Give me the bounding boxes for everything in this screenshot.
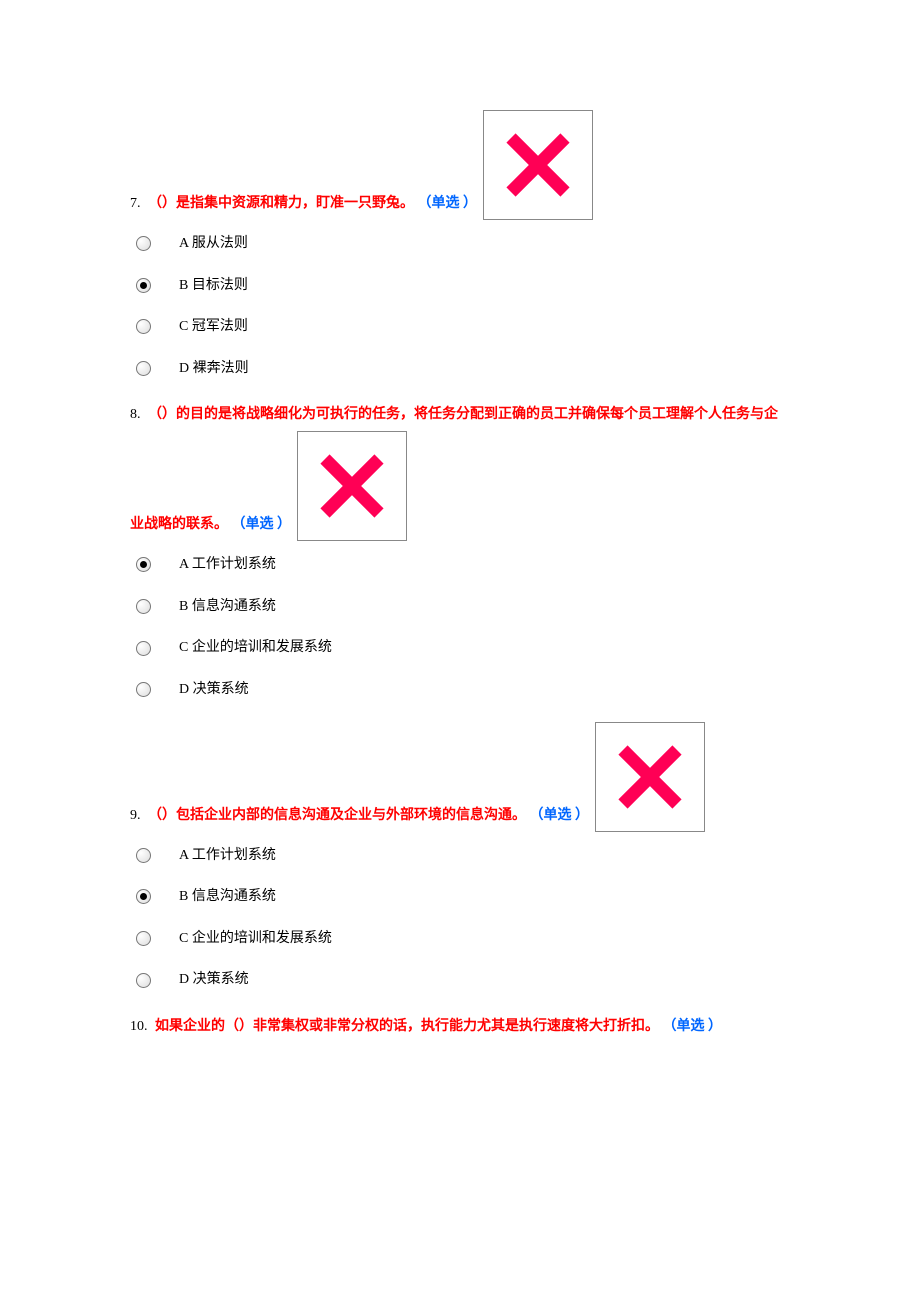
option-label: B 信息沟通系统 — [179, 887, 276, 907]
question-number: 9. — [130, 808, 141, 823]
wrong-mark-icon — [297, 431, 407, 541]
option-a[interactable]: A 工作计划系统 — [136, 555, 860, 575]
option-a[interactable]: A 工作计划系统 — [136, 846, 860, 866]
question-stem: 9. （）包括企业内部的信息沟通及企业与外部环境的信息沟通。 （单选 ） — [130, 722, 860, 832]
radio-icon[interactable] — [136, 848, 151, 863]
question-8: 8. （）的目的是将战略细化为可执行的任务，将任务分配到正确的员工并确保每个员工… — [130, 400, 860, 699]
question-text-line1: （）的目的是将战略细化为可执行的任务，将任务分配到正确的员工并确保每个员工理解个… — [148, 407, 778, 422]
question-type-tag: （单选 ） — [232, 517, 292, 532]
radio-icon[interactable] — [136, 682, 151, 697]
option-a[interactable]: A 服从法则 — [136, 234, 860, 254]
question-number: 8. — [130, 407, 141, 422]
question-stem: 7. （）是指集中资源和精力，盯准一只野兔。 （单选 ） — [130, 110, 860, 220]
option-d[interactable]: D 决策系统 — [136, 680, 860, 700]
option-c[interactable]: C 企业的培训和发展系统 — [136, 638, 860, 658]
option-c[interactable]: C 企业的培训和发展系统 — [136, 929, 860, 949]
radio-icon[interactable] — [136, 236, 151, 251]
option-label: B 目标法则 — [179, 276, 248, 296]
question-type-tag: （单选 ） — [530, 808, 590, 823]
radio-icon[interactable] — [136, 931, 151, 946]
question-text: （）是指集中资源和精力，盯准一只野兔。 — [148, 196, 414, 211]
option-label: B 信息沟通系统 — [179, 597, 276, 617]
option-list: A 工作计划系统 B 信息沟通系统 C 企业的培训和发展系统 D 决策系统 — [130, 846, 860, 990]
question-number: 7. — [130, 196, 141, 211]
question-stem: 10. 如果企业的（）非常集权或非常分权的话，执行能力尤其是执行速度将大打折扣。… — [130, 1012, 860, 1043]
question-text: 如果企业的（）非常集权或非常分权的话，执行能力尤其是执行速度将大打折扣。 — [155, 1019, 659, 1034]
option-label: C 冠军法则 — [179, 317, 248, 337]
option-label: D 决策系统 — [179, 970, 249, 990]
wrong-mark-icon — [595, 722, 705, 832]
option-b[interactable]: B 信息沟通系统 — [136, 597, 860, 617]
radio-icon[interactable] — [136, 973, 151, 988]
question-number: 10. — [130, 1019, 148, 1034]
question-type-tag: （单选 ） — [663, 1019, 723, 1034]
radio-icon[interactable] — [136, 889, 151, 904]
radio-icon[interactable] — [136, 319, 151, 334]
option-label: A 工作计划系统 — [179, 555, 276, 575]
option-d[interactable]: D 裸奔法则 — [136, 359, 860, 379]
question-type-tag: （单选 ） — [418, 196, 478, 211]
question-7: 7. （）是指集中资源和精力，盯准一只野兔。 （单选 ） A 服从法则 B 目标… — [130, 110, 860, 378]
question-text: （）包括企业内部的信息沟通及企业与外部环境的信息沟通。 — [148, 808, 526, 823]
radio-icon[interactable] — [136, 599, 151, 614]
radio-icon[interactable] — [136, 641, 151, 656]
option-c[interactable]: C 冠军法则 — [136, 317, 860, 337]
option-label: D 裸奔法则 — [179, 359, 249, 379]
option-b[interactable]: B 信息沟通系统 — [136, 887, 860, 907]
option-label: C 企业的培训和发展系统 — [179, 929, 332, 949]
radio-icon[interactable] — [136, 557, 151, 572]
radio-icon[interactable] — [136, 278, 151, 293]
option-label: C 企业的培训和发展系统 — [179, 638, 332, 658]
radio-icon[interactable] — [136, 361, 151, 376]
question-10: 10. 如果企业的（）非常集权或非常分权的话，执行能力尤其是执行速度将大打折扣。… — [130, 1012, 860, 1043]
option-b[interactable]: B 目标法则 — [136, 276, 860, 296]
option-label: A 服从法则 — [179, 234, 248, 254]
option-label: D 决策系统 — [179, 680, 249, 700]
option-list: A 服从法则 B 目标法则 C 冠军法则 D 裸奔法则 — [130, 234, 860, 378]
option-d[interactable]: D 决策系统 — [136, 970, 860, 990]
option-label: A 工作计划系统 — [179, 846, 276, 866]
question-9: 9. （）包括企业内部的信息沟通及企业与外部环境的信息沟通。 （单选 ） A 工… — [130, 722, 860, 990]
option-list: A 工作计划系统 B 信息沟通系统 C 企业的培训和发展系统 D 决策系统 — [130, 555, 860, 699]
question-text-line2: 业战略的联系。 — [130, 517, 228, 532]
wrong-mark-icon — [483, 110, 593, 220]
question-stem: 8. （）的目的是将战略细化为可执行的任务，将任务分配到正确的员工并确保每个员工… — [130, 400, 860, 541]
